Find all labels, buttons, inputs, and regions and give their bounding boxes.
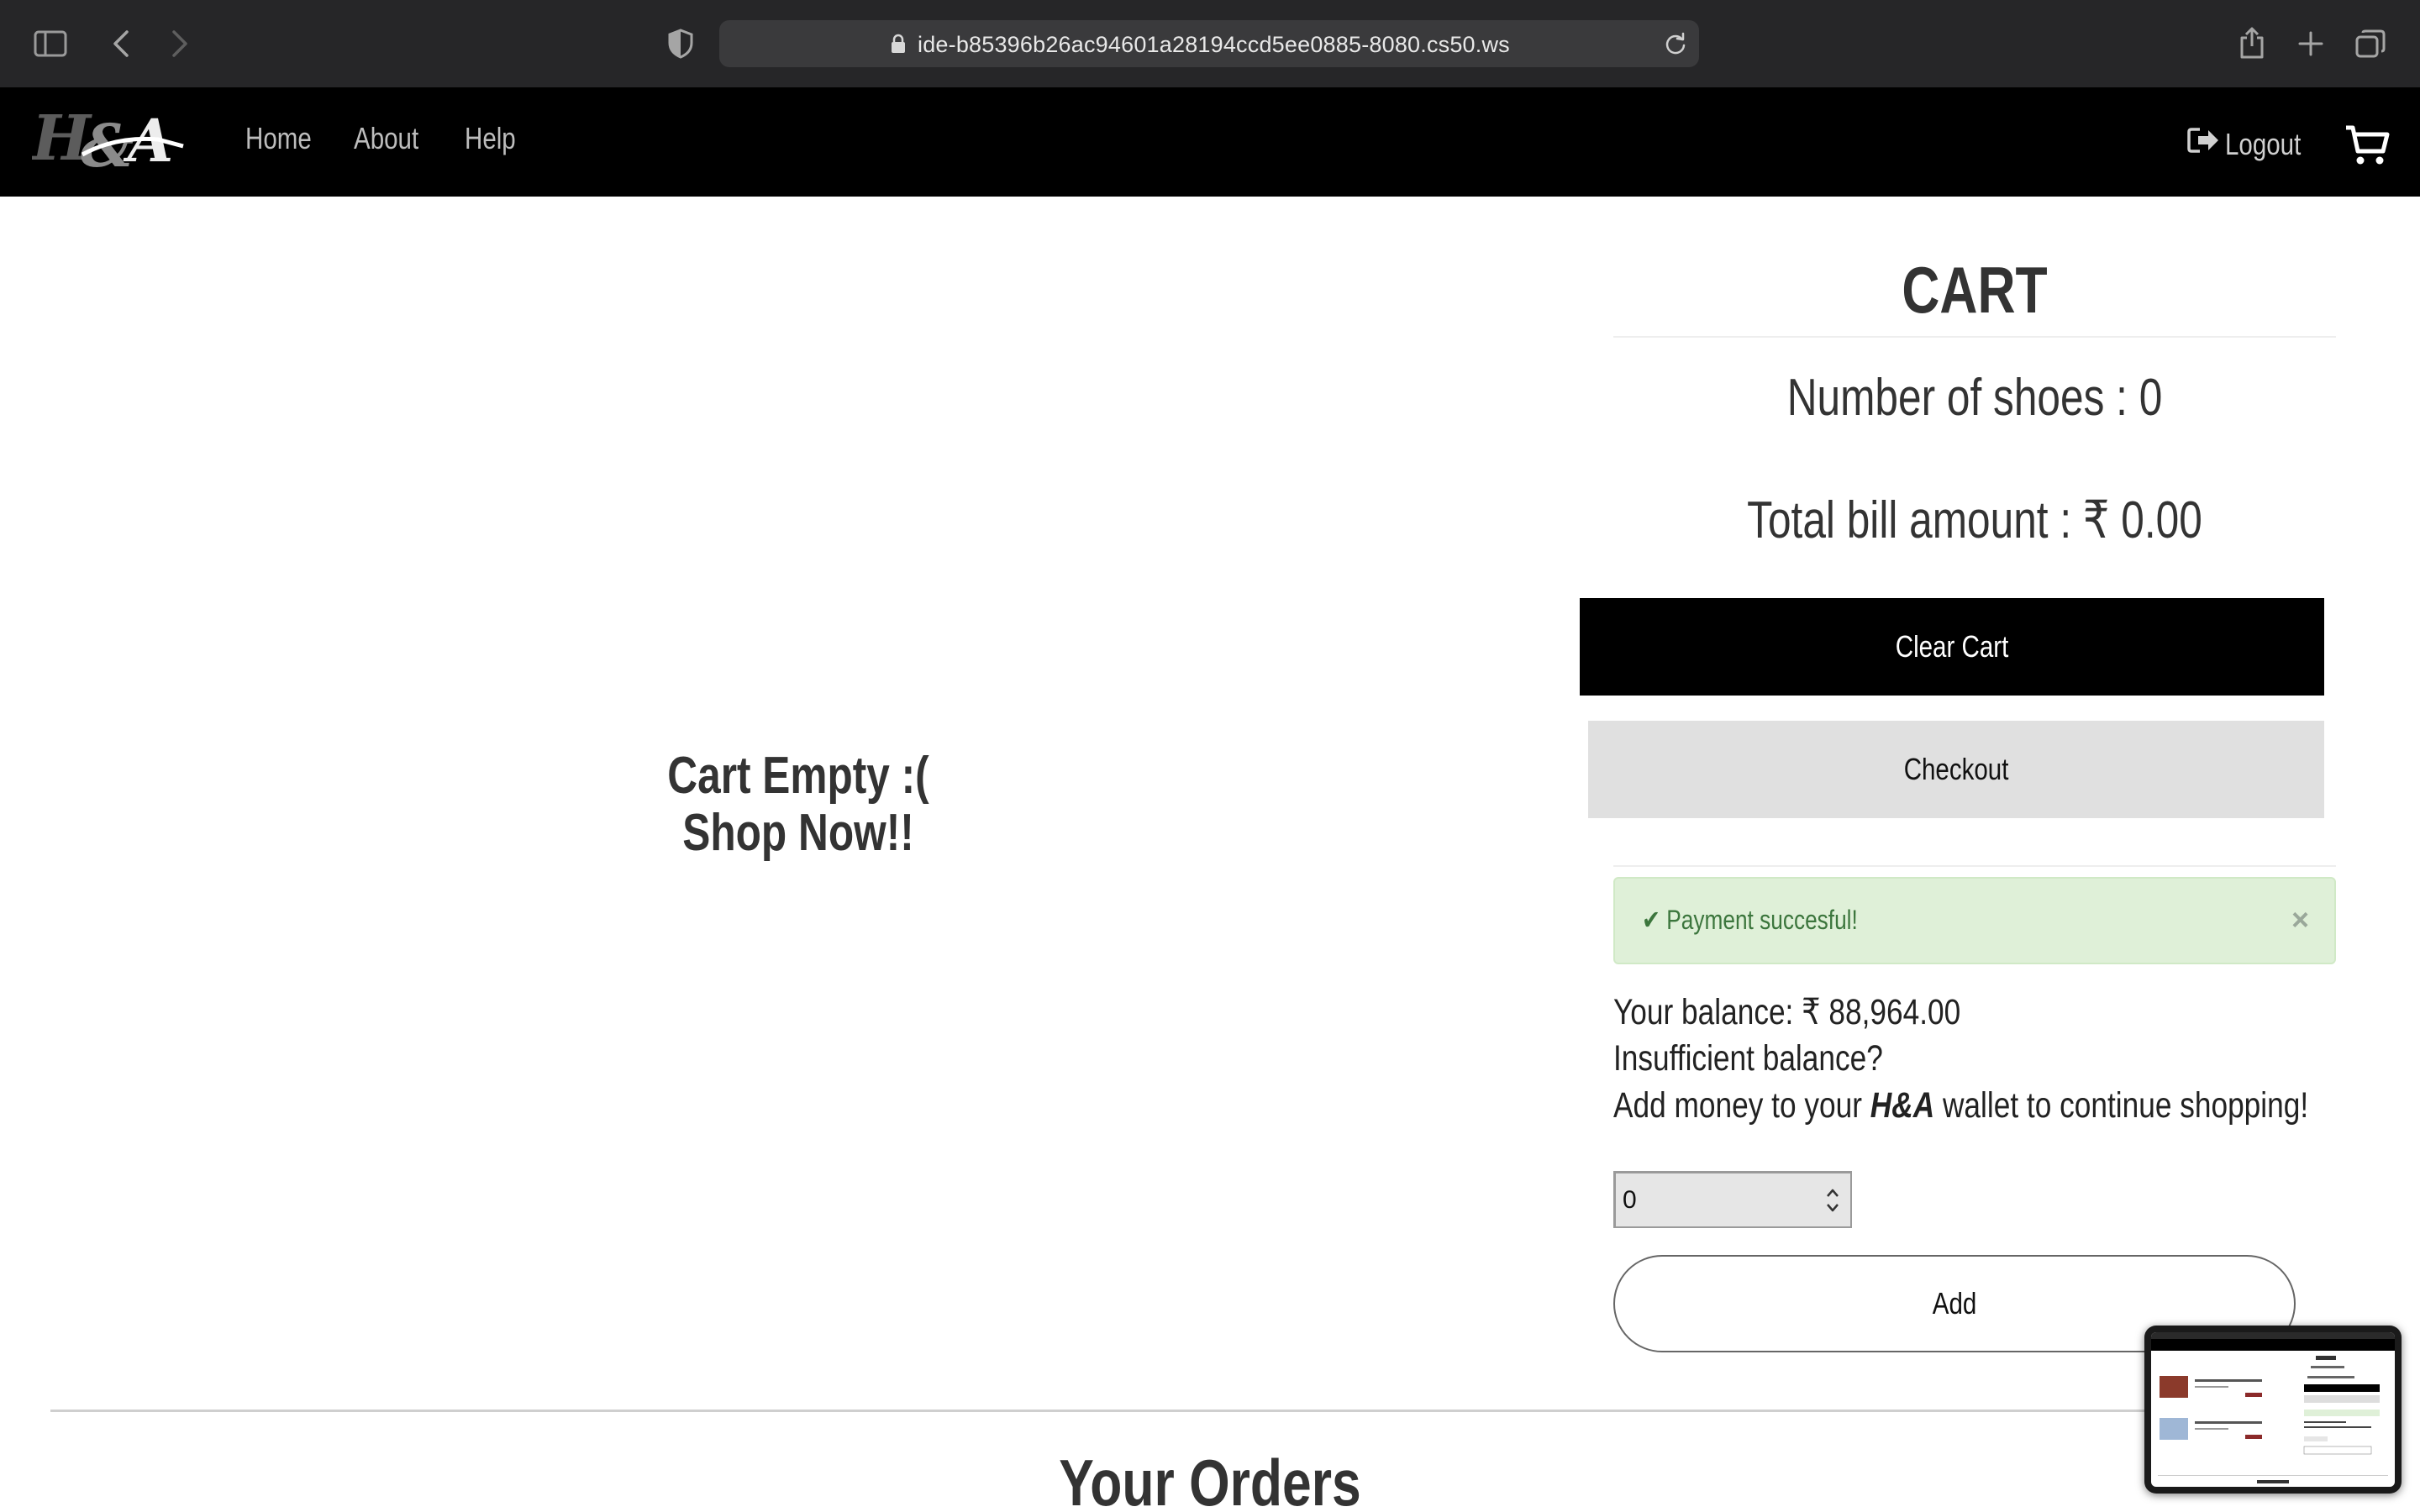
add-money-suffix: wallet to continue shopping!	[1942, 1085, 2309, 1126]
cart-divider-bottom	[1613, 865, 2336, 867]
browser-toolbar: ide-b85396b26ac94601a28194ccd5ee0885-808…	[0, 0, 2420, 87]
lock-icon	[891, 34, 906, 58]
empty-cart-line1: Cart Empty :(	[667, 747, 929, 805]
clear-cart-button[interactable]: Clear Cart	[1580, 598, 2324, 696]
insufficient-balance-text: Insufficient balance?	[1613, 1038, 1883, 1079]
logout-label: Logout	[2225, 126, 2302, 161]
total-bill: Total bill amount : ₹ 0.00	[1747, 491, 2202, 549]
address-bar[interactable]: ide-b85396b26ac94601a28194ccd5ee0885-808…	[719, 20, 1699, 67]
cart-title: CART	[1902, 253, 2048, 327]
checkout-label: Checkout	[1903, 752, 2009, 786]
plus-icon[interactable]	[2294, 25, 2328, 62]
empty-cart-message: Cart Empty :( Shop Now!!	[603, 748, 993, 862]
url-text: ide-b85396b26ac94601a28194ccd5ee0885-808…	[918, 32, 1510, 57]
thumbnail-screen	[2151, 1332, 2395, 1487]
close-icon[interactable]: ×	[2291, 902, 2309, 937]
sidebar-icon[interactable]	[32, 25, 69, 62]
cart-divider-top	[1613, 336, 2336, 338]
screenshot-thumbnail[interactable]	[2144, 1326, 2402, 1494]
site-navbar: H & A Home About Help Logout	[0, 87, 2420, 197]
share-icon[interactable]	[2235, 24, 2269, 62]
orders-divider	[50, 1410, 2370, 1412]
brand-logo[interactable]: H & A	[30, 102, 192, 181]
alert-message: Payment succesful!	[1666, 905, 1858, 935]
nav-link-about[interactable]: About	[354, 121, 418, 156]
reload-icon[interactable]	[1664, 32, 1687, 60]
clear-cart-label: Clear Cart	[1895, 629, 2009, 664]
empty-cart-line2: Shop Now!!	[682, 804, 914, 862]
chevron-right-icon[interactable]	[163, 25, 197, 62]
chevron-left-icon[interactable]	[104, 25, 138, 62]
shoe-count: Number of shoes : 0	[1786, 369, 2163, 427]
nav-link-help[interactable]: Help	[465, 121, 516, 156]
add-money-label: Add	[1932, 1286, 1977, 1320]
nav-link-home[interactable]: Home	[245, 121, 312, 156]
tabs-icon[interactable]	[2353, 25, 2388, 62]
check-icon: ✔	[1642, 905, 1660, 935]
wallet-brand: H&A	[1870, 1085, 1935, 1126]
orders-heading: Your Orders	[1059, 1446, 1361, 1512]
add-money-prefix: Add money to your	[1613, 1085, 1862, 1126]
thumbnail-preview-image	[2151, 1332, 2395, 1483]
payment-success-alert: ✔ Payment succesful! ×	[1613, 877, 2336, 964]
checkout-button[interactable]: Checkout	[1588, 721, 2324, 818]
wallet-balance: Your balance: ₹ 88,964.00	[1613, 992, 1961, 1032]
amount-input[interactable]	[1613, 1171, 1852, 1228]
alert-text: ✔ Payment succesful!	[1642, 904, 1858, 936]
shield-icon[interactable]	[666, 27, 696, 60]
logout-link[interactable]: Logout	[2186, 126, 2317, 162]
cart-icon[interactable]	[2344, 124, 2390, 166]
logout-icon	[2186, 126, 2220, 162]
number-stepper-icon[interactable]	[1823, 1184, 1842, 1216]
add-money-text: Add money to your H&A wallet to continue…	[1613, 1085, 2308, 1126]
